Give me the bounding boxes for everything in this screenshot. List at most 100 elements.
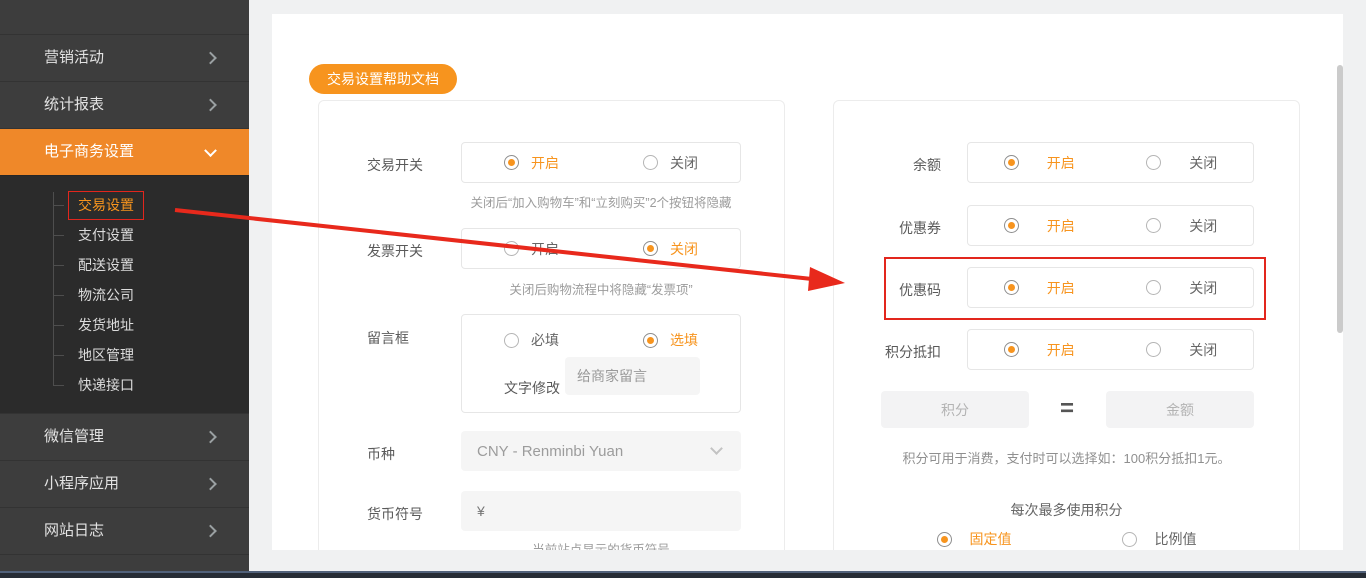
balance-label: 余额	[913, 157, 941, 173]
trade-switch-off-option[interactable]: 关闭	[643, 153, 698, 173]
option-label[interactable]: 比例值	[1155, 529, 1197, 549]
sidebar-subitem-payment-settings[interactable]: 支付设置	[0, 220, 249, 250]
amount-input[interactable]	[1106, 391, 1254, 428]
radio-unselected-icon[interactable]	[1121, 531, 1137, 547]
balance-group: 开启 关闭	[967, 142, 1254, 183]
radio-selected-icon[interactable]	[643, 241, 658, 256]
option-label[interactable]: 关闭	[1189, 216, 1217, 236]
option-label[interactable]: 开启	[1047, 216, 1075, 236]
radio-unselected-icon[interactable]	[1146, 155, 1162, 170]
trade-switch-label: 交易开关	[367, 157, 423, 173]
option-label[interactable]: 必填	[531, 330, 559, 350]
radio-unselected-icon[interactable]	[504, 241, 519, 256]
sidebar-item-label: 营销活动	[44, 49, 105, 66]
sidebar-item-miniprogram[interactable]: 小程序应用	[0, 460, 249, 507]
currency-symbol-input[interactable]	[461, 491, 741, 531]
message-required-option[interactable]: 必填	[504, 330, 559, 350]
sidebar-subitem-express-api[interactable]: 快递接口	[0, 370, 249, 400]
invoice-switch-on-option[interactable]: 开启	[504, 239, 559, 259]
option-label[interactable]: 关闭	[1189, 278, 1217, 298]
coupon-on-option[interactable]: 开启	[1003, 216, 1075, 236]
sidebar-subitem-label: 物流公司	[78, 287, 134, 303]
radio-selected-icon[interactable]	[1003, 155, 1019, 170]
option-label[interactable]: 开启	[1047, 340, 1075, 360]
max-points-fixed-option[interactable]: 固定值	[936, 529, 1012, 549]
message-box-group: 必填 选填 文字修改	[461, 314, 741, 413]
modify-text-label: 文字修改	[504, 380, 560, 396]
radio-selected-icon[interactable]	[1003, 218, 1019, 233]
option-label[interactable]: 选填	[670, 330, 698, 350]
vertical-scrollbar-thumb[interactable]	[1337, 65, 1343, 333]
sidebar-item-marketing[interactable]: 营销活动	[0, 34, 249, 81]
message-text-input[interactable]	[565, 357, 700, 395]
sidebar-subitem-shipping-address[interactable]: 发货地址	[0, 310, 249, 340]
invoice-switch-off-option[interactable]: 关闭	[643, 239, 698, 259]
option-label[interactable]: 开启	[1047, 278, 1075, 298]
points-ratio-note: 积分可用于消费，支付时可以选择如：100积分抵扣1元。	[902, 451, 1231, 466]
sidebar-subitem-label: 地区管理	[78, 347, 134, 363]
coupon-code-off-option[interactable]: 关闭	[1146, 278, 1217, 298]
help-doc-button[interactable]: 交易设置帮助文档	[309, 64, 457, 94]
sidebar-item-reports[interactable]: 统计报表	[0, 81, 249, 128]
trade-settings-annotation-box[interactable]: 交易设置	[68, 191, 144, 220]
invoice-switch-group: 开启 关闭	[461, 228, 741, 269]
option-label[interactable]: 开启	[1047, 153, 1075, 173]
sidebar-subitem-label: 支付设置	[78, 227, 134, 243]
sidebar-subitem-delivery-settings[interactable]: 配送设置	[0, 250, 249, 280]
sidebar-submenu: 交易设置 支付设置 配送设置 物流公司 发货地址 地区管理 快递接口	[0, 175, 249, 413]
message-optional-option[interactable]: 选填	[643, 330, 698, 350]
radio-selected-icon[interactable]	[936, 531, 952, 547]
radio-selected-icon[interactable]	[504, 155, 519, 170]
max-points-group: 固定值 比例值	[834, 525, 1299, 550]
taskbar-sliver	[0, 571, 1366, 578]
equals-sign: =	[1059, 395, 1074, 422]
sidebar-subitem-label: 快递接口	[78, 377, 134, 393]
sidebar-subitem-region-management[interactable]: 地区管理	[0, 340, 249, 370]
coupon-off-option[interactable]: 关闭	[1146, 216, 1217, 236]
sidebar-item-site-logs[interactable]: 网站日志	[0, 507, 249, 554]
coupon-label: 优惠券	[899, 220, 941, 236]
radio-selected-icon[interactable]	[1003, 342, 1019, 357]
sidebar-subitem-logistics-company[interactable]: 物流公司	[0, 280, 249, 310]
balance-on-option[interactable]: 开启	[1003, 153, 1075, 173]
points-input[interactable]	[881, 391, 1029, 428]
currency-symbol-note: 当前站点显示的货币符号	[532, 543, 670, 550]
radio-unselected-icon[interactable]	[643, 155, 658, 170]
trade-switch-group: 开启 关闭	[461, 142, 741, 183]
points-deduct-on-option[interactable]: 开启	[1003, 340, 1075, 360]
currency-select[interactable]: CNY - Renminbi Yuan	[461, 431, 741, 471]
chevron-right-icon	[204, 524, 217, 538]
points-deduct-off-option[interactable]: 关闭	[1146, 340, 1217, 360]
option-label[interactable]: 关闭	[1189, 153, 1217, 173]
coupon-code-label: 优惠码	[899, 282, 941, 298]
radio-unselected-icon[interactable]	[1146, 342, 1162, 357]
sidebar-item-wechat[interactable]: 微信管理	[0, 413, 249, 460]
option-label[interactable]: 开启	[531, 153, 559, 173]
sidebar-subitem-label: 发货地址	[78, 317, 134, 333]
currency-label: 币种	[367, 446, 395, 462]
radio-selected-icon[interactable]	[1003, 280, 1019, 295]
promo-settings-card: 余额 开启 关闭 优惠券 开启 关闭 优惠码 开启 关闭 积分抵扣 开启 关闭 …	[833, 100, 1300, 550]
sidebar-item-ecommerce-settings[interactable]: 电子商务设置	[0, 128, 249, 175]
radio-unselected-icon[interactable]	[1146, 280, 1162, 295]
sidebar-item-label: 统计报表	[44, 96, 105, 113]
option-label[interactable]: 关闭	[1189, 340, 1217, 360]
sidebar-item-label: 电子商务设置	[44, 143, 135, 160]
radio-selected-icon[interactable]	[643, 332, 658, 348]
coupon-code-on-option[interactable]: 开启	[1003, 278, 1075, 298]
currency-symbol-label: 货币符号	[367, 506, 423, 522]
trade-switch-on-option[interactable]: 开启	[504, 153, 559, 173]
trade-settings-card: 交易开关 开启 关闭 关闭后“加入购物车”和“立刻购买”2个按钮将隐藏 发票开关…	[318, 100, 785, 550]
option-label[interactable]: 关闭	[670, 153, 698, 173]
radio-unselected-icon[interactable]	[504, 332, 519, 348]
sidebar-subitem-trade-settings[interactable]: 交易设置	[0, 190, 249, 220]
radio-unselected-icon[interactable]	[1146, 218, 1162, 233]
option-label[interactable]: 开启	[531, 239, 559, 259]
option-label[interactable]: 固定值	[970, 529, 1012, 549]
sidebar: 营销活动 统计报表 电子商务设置 交易设置 支付设置 配送设置 物流公司 发货地…	[0, 0, 249, 571]
invoice-switch-label: 发票开关	[367, 243, 423, 259]
balance-off-option[interactable]: 关闭	[1146, 153, 1217, 173]
max-points-ratio-option[interactable]: 比例值	[1121, 529, 1197, 549]
option-label[interactable]: 关闭	[670, 239, 698, 259]
sidebar-item-label: 微信管理	[44, 428, 105, 445]
